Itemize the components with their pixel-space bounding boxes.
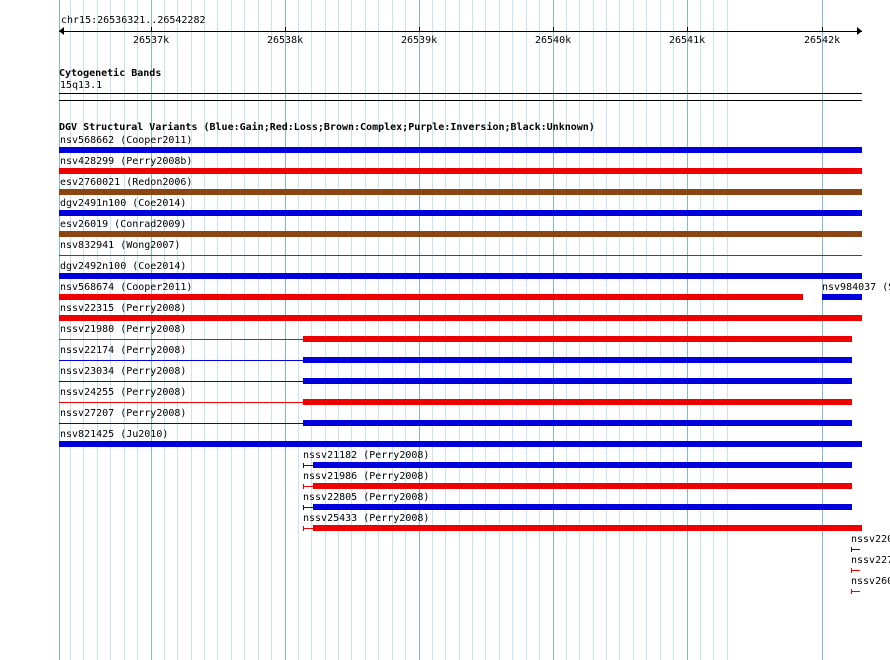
variant-extent-line <box>59 381 303 382</box>
variant-label[interactable]: nssv260 <box>851 576 890 588</box>
variant-label[interactable]: nssv22315 (Perry2008) <box>60 303 186 315</box>
ruler-tick <box>285 27 286 32</box>
variant-bar[interactable] <box>59 441 862 447</box>
ruler-tick <box>553 27 554 32</box>
variant-bar[interactable] <box>303 420 852 426</box>
variant-label[interactable]: esv26019 (Conrad2009) <box>60 219 186 231</box>
variant-bar[interactable] <box>822 294 862 300</box>
ruler-axis <box>59 31 862 32</box>
variant-bar[interactable] <box>59 315 862 321</box>
variant-label[interactable]: esv2760021 (Redon2006) <box>60 177 192 189</box>
variant-extent-line <box>303 486 313 487</box>
variant-end-cap <box>851 547 852 552</box>
variant-bar[interactable] <box>59 210 862 216</box>
variant-end-cap <box>303 526 304 531</box>
ruler-tick <box>822 27 823 32</box>
chromosome-coordinates: chr15:26536321..26542282 <box>61 15 206 26</box>
variant-extent-line <box>59 255 862 256</box>
variant-end-cap <box>303 463 304 468</box>
variant-extent-line <box>59 402 303 403</box>
dgv-track-title: DGV Structural Variants (Blue:Gain;Red:L… <box>59 122 595 133</box>
variant-label[interactable]: nssv22174 (Perry2008) <box>60 345 186 357</box>
variant-bar[interactable] <box>59 294 803 300</box>
variant-label[interactable]: nsv984037 (S <box>822 282 890 294</box>
variant-label[interactable]: nssv21182 (Perry2008) <box>303 450 429 462</box>
variant-label[interactable]: nssv23034 (Perry2008) <box>60 366 186 378</box>
cytoband-track-title: Cytogenetic Bands <box>59 68 162 79</box>
variant-bar[interactable] <box>303 399 852 405</box>
variant-label[interactable]: dgv2491n100 (Coe2014) <box>60 198 186 210</box>
cytoband-label: 15q13.1 <box>60 80 103 91</box>
variant-extent-line <box>59 339 303 340</box>
variant-label[interactable]: nsv821425 (Ju2010) <box>60 429 168 441</box>
variant-label[interactable]: nssv27207 (Perry2008) <box>60 408 186 420</box>
ruler-tick-label: 26538k <box>267 35 304 46</box>
cytoband-line-bottom <box>59 100 862 101</box>
ruler-tick <box>687 27 688 32</box>
variant-extent-line <box>59 360 303 361</box>
ruler-tick-label: 26542k <box>804 35 841 46</box>
variant-bar[interactable] <box>59 147 862 153</box>
variant-extent-line <box>303 528 313 529</box>
variant-label[interactable]: nssv21980 (Perry2008) <box>60 324 186 336</box>
variant-label[interactable]: dgv2492n100 (Coe2014) <box>60 261 186 273</box>
ruler-tick-label: 26540k <box>535 35 572 46</box>
ruler-tick-label: 26541k <box>669 35 706 46</box>
variant-extent-line <box>303 465 313 466</box>
variant-bar[interactable] <box>313 525 862 531</box>
ruler-tick-label: 26537k <box>133 35 170 46</box>
variant-bar[interactable] <box>59 273 862 279</box>
variant-bar[interactable] <box>313 483 852 489</box>
variant-bar[interactable] <box>59 231 862 237</box>
cytoband-line-top <box>59 93 862 94</box>
variant-bar[interactable] <box>313 504 852 510</box>
variant-label[interactable]: nssv220 <box>851 534 890 546</box>
variant-extent-line <box>851 570 860 571</box>
variant-extent-line <box>851 591 860 592</box>
variant-bar[interactable] <box>303 378 852 384</box>
variant-extent-line <box>303 507 313 508</box>
ruler-left-arrow-icon <box>59 27 64 35</box>
variant-extent-line <box>59 423 303 424</box>
variant-label[interactable]: nssv24255 (Perry2008) <box>60 387 186 399</box>
variant-extent-line <box>851 549 860 550</box>
ruler-tick <box>419 27 420 32</box>
variant-label[interactable]: nssv227 <box>851 555 890 567</box>
variant-end-cap <box>303 484 304 489</box>
ruler-right-arrow-icon <box>857 27 862 35</box>
variant-label[interactable]: nssv25433 (Perry2008) <box>303 513 429 525</box>
variant-bar[interactable] <box>59 189 862 195</box>
variant-bar[interactable] <box>303 336 852 342</box>
variant-label[interactable]: nsv832941 (Wong2007) <box>60 240 180 252</box>
ruler-tick-label: 26539k <box>401 35 438 46</box>
variant-label[interactable]: nsv568662 (Cooper2011) <box>60 135 192 147</box>
variant-bar[interactable] <box>303 357 852 363</box>
variant-label[interactable]: nsv428299 (Perry2008b) <box>60 156 192 168</box>
variant-end-cap <box>851 568 852 573</box>
variant-end-cap <box>303 505 304 510</box>
variant-bar[interactable] <box>59 168 862 174</box>
ruler-tick <box>151 27 152 32</box>
variant-label[interactable]: nsv568674 (Cooper2011) <box>60 282 192 294</box>
variant-label[interactable]: nssv21986 (Perry2008) <box>303 471 429 483</box>
variant-bar[interactable] <box>313 462 852 468</box>
variant-label[interactable]: nssv22805 (Perry2008) <box>303 492 429 504</box>
variant-end-cap <box>851 589 852 594</box>
